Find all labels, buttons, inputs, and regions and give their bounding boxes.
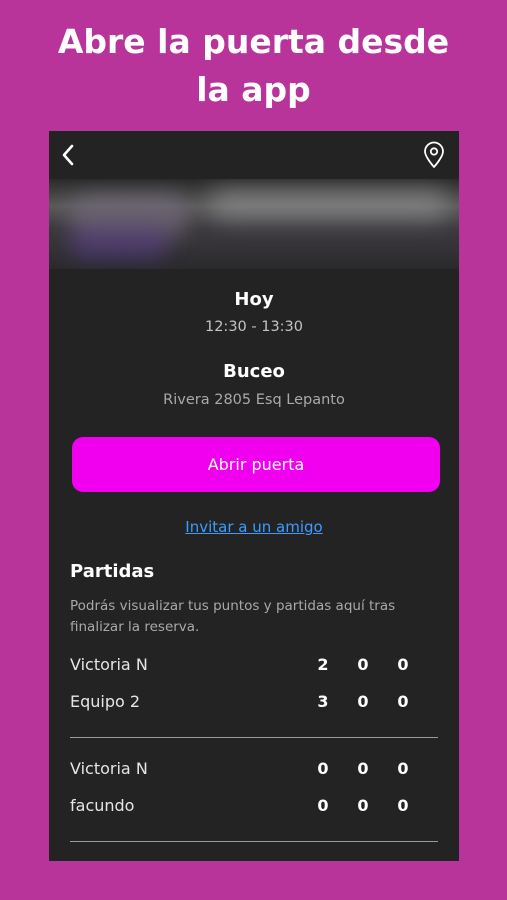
invite-friend-link[interactable]: Invitar a un amigo	[49, 518, 459, 536]
booking-day: Hoy	[234, 289, 274, 310]
set-score: 0	[317, 759, 329, 778]
divider	[70, 737, 438, 738]
venue-name: Buceo	[223, 361, 285, 382]
set-score: 0	[317, 796, 329, 815]
set-score: 0	[397, 759, 409, 778]
player-name: facundo	[70, 796, 135, 815]
divider	[70, 841, 438, 842]
booking-time: 12:30 - 13:30	[204, 319, 304, 335]
set-score: 2	[317, 655, 329, 674]
matches-title: Partidas	[70, 561, 155, 582]
promo-title: Abre la puerta desde la app	[57, 22, 450, 109]
matches-description: Podrás visualizar tus puntos y partidas …	[70, 598, 396, 635]
score-row: facundo 0 0 0	[70, 796, 440, 820]
set-score: 0	[357, 759, 369, 778]
chevron-left-icon	[62, 144, 74, 166]
player-name: Victoria N	[70, 655, 148, 674]
top-bar	[49, 131, 459, 179]
set-score: 0	[397, 796, 409, 815]
set-score: 0	[357, 796, 369, 815]
player-name: Victoria N	[70, 759, 148, 778]
location-button[interactable]	[421, 141, 447, 169]
back-button[interactable]	[55, 141, 83, 169]
app-screen: Hoy 12:30 - 13:30 Buceo Rivera 2805 Esq …	[49, 131, 459, 861]
venue-photo	[49, 179, 459, 269]
venue-address: Rivera 2805 Esq Lepanto	[163, 392, 345, 408]
set-score: 3	[317, 692, 329, 711]
player-name: Equipo 2	[70, 692, 141, 711]
score-row: Victoria N 2 0 0	[70, 655, 440, 679]
set-score: 0	[397, 655, 409, 674]
set-score: 0	[397, 692, 409, 711]
open-door-button[interactable]: Abrir puerta	[72, 437, 440, 492]
score-row: Equipo 2 3 0 0	[70, 692, 440, 716]
score-row: Victoria N 0 0 0	[70, 759, 440, 783]
map-pin-icon	[424, 141, 444, 168]
set-score: 0	[357, 692, 369, 711]
set-score: 0	[357, 655, 369, 674]
